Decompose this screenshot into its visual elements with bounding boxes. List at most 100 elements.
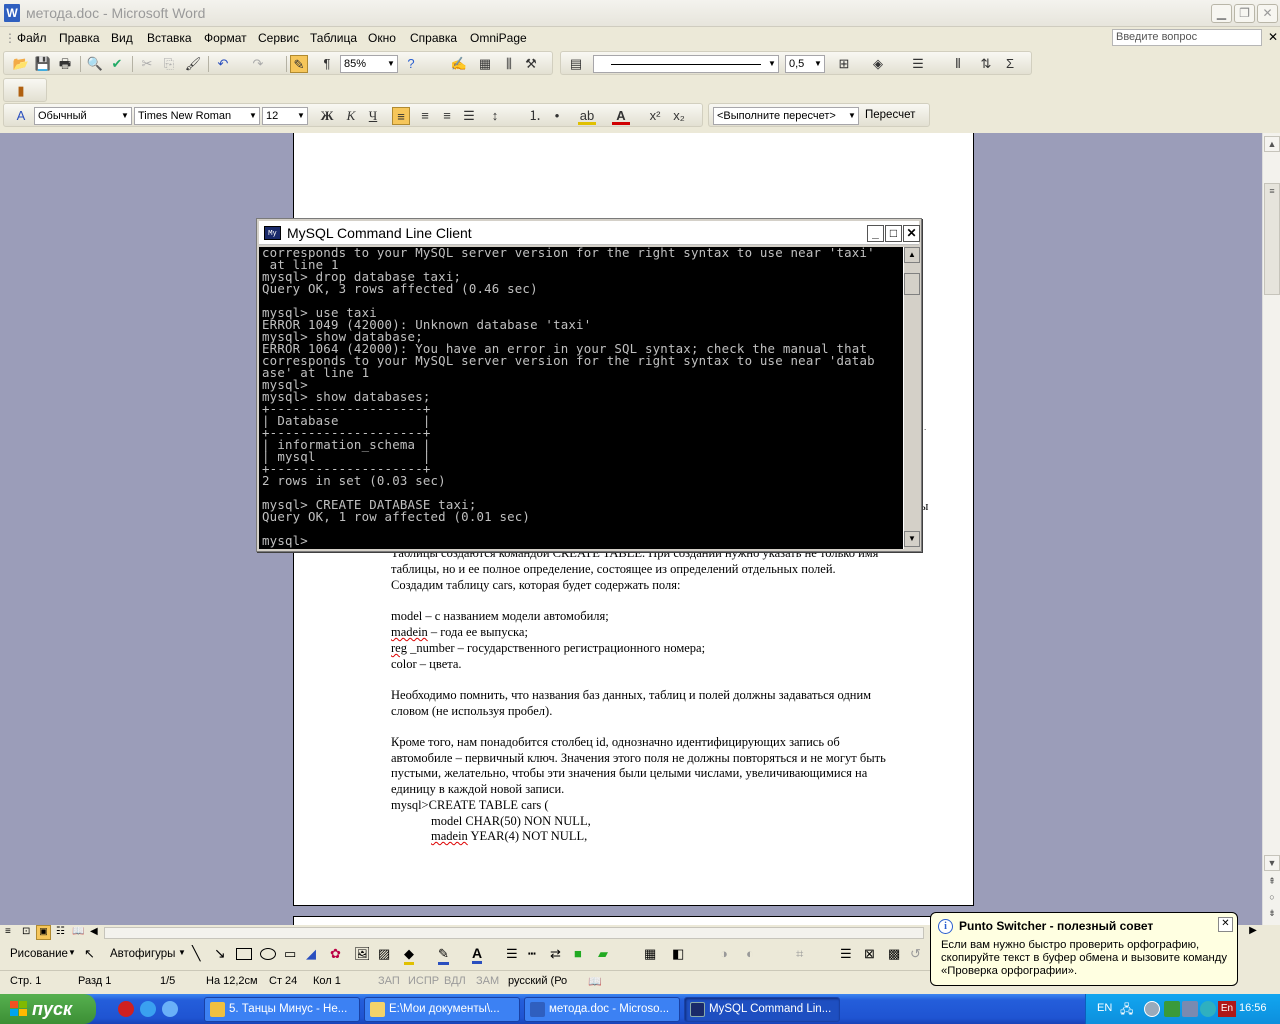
distribute-icon[interactable]: ⫴ bbox=[949, 55, 967, 73]
tools-icon[interactable]: ⚒ bbox=[522, 55, 540, 73]
document-map-icon[interactable]: ▮ bbox=[12, 82, 30, 100]
table-insert-icon[interactable]: ▦ bbox=[476, 55, 494, 73]
menu-help[interactable]: Справка bbox=[410, 31, 457, 45]
line-style-combo[interactable]: ▼ bbox=[593, 55, 779, 73]
textbox-icon[interactable]: ▭ bbox=[284, 946, 296, 962]
next-page-icon[interactable]: ⇟ bbox=[1264, 906, 1280, 922]
dash-style-icon[interactable]: ┅ bbox=[528, 946, 536, 962]
shadow-icon[interactable]: ■ bbox=[574, 946, 582, 961]
prev-page-icon[interactable]: ⇞ bbox=[1264, 874, 1280, 890]
scroll-right-icon[interactable]: ▶ bbox=[1245, 925, 1261, 941]
menu-omnipage[interactable]: OmniPage bbox=[470, 31, 527, 45]
bold-button[interactable]: Ж bbox=[318, 107, 336, 125]
contrast-icon[interactable]: ◑ bbox=[720, 946, 728, 961]
line-style-icon[interactable]: ☰ bbox=[506, 946, 518, 962]
redo-icon[interactable]: ↷ bbox=[249, 55, 267, 73]
close-button[interactable]: ✕ bbox=[1257, 4, 1278, 23]
mysql-maximize-button[interactable]: □ bbox=[885, 225, 902, 242]
autoshapes-arrow-icon[interactable]: ▼ bbox=[178, 948, 186, 957]
3d-icon[interactable]: ▰ bbox=[598, 946, 608, 962]
autoshapes-menu[interactable]: Автофигуры bbox=[110, 948, 175, 960]
mysql-titlebar[interactable]: My MySQL Command Line Client _ □ ✕ bbox=[259, 221, 920, 245]
scroll-thumb[interactable]: ≡ bbox=[1264, 183, 1280, 295]
status-overtype[interactable]: ЗАМ bbox=[476, 975, 499, 987]
open-icon[interactable]: 📂 bbox=[12, 55, 30, 73]
punto-switcher-icon[interactable]: En bbox=[1218, 1001, 1236, 1017]
undo-icon[interactable]: ↶ bbox=[214, 55, 232, 73]
drawing-menu-arrow-icon[interactable]: ▼ bbox=[68, 948, 76, 957]
compress-icon[interactable]: ⊠ bbox=[864, 946, 875, 962]
font-color-icon[interactable]: A bbox=[612, 107, 630, 125]
autosum-icon[interactable]: Σ bbox=[1001, 55, 1019, 73]
status-track-changes[interactable]: ИСПР bbox=[408, 975, 439, 987]
styles-icon[interactable]: A bbox=[12, 107, 30, 125]
subscript-icon[interactable]: x₂ bbox=[670, 107, 688, 125]
line-color-icon[interactable]: ✎ bbox=[438, 946, 449, 965]
format-painter-icon[interactable]: 🖌 bbox=[184, 55, 202, 73]
taskbar-item-mysql[interactable]: MySQL Command Lin... bbox=[684, 997, 840, 1022]
normal-view-icon[interactable]: ≡ bbox=[5, 926, 11, 937]
mysql-console-window[interactable]: My MySQL Command Line Client _ □ ✕ corre… bbox=[256, 218, 922, 552]
print-icon[interactable]: 🖶 bbox=[56, 55, 74, 73]
spelling-icon[interactable]: ✔ bbox=[108, 55, 126, 73]
crop-icon[interactable]: ⌗ bbox=[796, 946, 803, 962]
line-weight-icon[interactable]: ☰ bbox=[840, 946, 852, 962]
picture-toolbar-icon[interactable]: ▦ bbox=[644, 946, 656, 962]
web-view-icon[interactable]: ⊡ bbox=[22, 926, 30, 937]
scroll-left-icon[interactable]: ◀ bbox=[90, 926, 98, 937]
line-weight-combo[interactable]: 0,5 ▼ bbox=[785, 55, 825, 73]
tray-skype-icon[interactable] bbox=[1200, 1001, 1216, 1017]
quick-launch-icon[interactable] bbox=[162, 1001, 178, 1017]
menu-table[interactable]: Таблица bbox=[310, 31, 357, 45]
console-scrollbar[interactable]: ▲ ▼ bbox=[903, 247, 920, 549]
status-extend[interactable]: ВДЛ bbox=[444, 975, 466, 987]
bullets-icon[interactable]: • bbox=[548, 107, 566, 125]
menu-view[interactable]: Вид bbox=[111, 31, 133, 45]
punto-tip-balloon[interactable]: i Punto Switcher - полезный совет ✕ Если… bbox=[930, 912, 1238, 986]
copy-icon[interactable]: ⎘ bbox=[160, 55, 178, 73]
menu-file[interactable]: Файл bbox=[17, 31, 47, 45]
tables-borders-icon[interactable]: ▤ bbox=[567, 55, 585, 73]
vertical-scrollbar[interactable]: ▲ ≡ ▼ ⇞ ○ ⇟ bbox=[1262, 133, 1280, 925]
horizontal-scroll-track[interactable] bbox=[104, 927, 924, 939]
tray-app-icon[interactable] bbox=[1164, 1001, 1180, 1017]
maximize-button[interactable]: ❐ bbox=[1234, 4, 1255, 23]
console-output[interactable]: corresponds to your MySQL server version… bbox=[259, 247, 903, 549]
font-size-combo[interactable]: 12 ▼ bbox=[262, 107, 308, 125]
cut-icon[interactable]: ✂ bbox=[138, 55, 156, 73]
browse-object-icon[interactable]: ○ bbox=[1264, 890, 1280, 906]
highlight-icon[interactable]: ab bbox=[578, 107, 596, 125]
print-preview-icon[interactable]: 🔍 bbox=[86, 55, 104, 73]
help-icon[interactable]: ? bbox=[402, 55, 420, 73]
outline-view-icon[interactable]: ☷ bbox=[56, 926, 65, 937]
tray-expand-icon[interactable] bbox=[1144, 1001, 1160, 1017]
arrow-icon[interactable]: ↘ bbox=[214, 945, 226, 962]
ask-question-input[interactable]: Введите вопрос bbox=[1112, 29, 1262, 46]
internet-explorer-icon[interactable] bbox=[140, 1001, 156, 1017]
image-control-icon[interactable]: ◧ bbox=[672, 946, 684, 962]
clipart-icon[interactable]: 🖼 bbox=[354, 946, 371, 962]
border-icon[interactable]: ⊞ bbox=[835, 55, 853, 73]
taskbar-item-explorer[interactable]: E:\Мои документы\... bbox=[364, 997, 520, 1022]
menu-edit[interactable]: Правка bbox=[59, 31, 100, 45]
menu-insert[interactable]: Вставка bbox=[147, 31, 192, 45]
horizontal-scrollbar[interactable]: ≡ ⊡ ▣ ☷ 📖 ◀ bbox=[0, 925, 930, 941]
underline-button[interactable]: Ч bbox=[364, 107, 382, 125]
recalc-combo[interactable]: <Выполните пересчет> ▼ bbox=[713, 107, 859, 125]
line-icon[interactable]: ╲ bbox=[192, 945, 200, 962]
close-document-icon[interactable]: ✕ bbox=[1268, 30, 1278, 44]
font-combo[interactable]: Times New Roman ▼ bbox=[134, 107, 260, 125]
select-objects-icon[interactable]: ↖ bbox=[84, 946, 95, 962]
style-combo[interactable]: Обычный ▼ bbox=[34, 107, 132, 125]
minimize-button[interactable]: ▁ bbox=[1211, 4, 1232, 23]
mysql-close-button[interactable]: ✕ bbox=[903, 225, 920, 242]
mysql-console-icon[interactable]: My bbox=[264, 226, 281, 240]
word-app-icon[interactable]: W bbox=[4, 4, 20, 22]
keyboard-language[interactable]: EN bbox=[1097, 1002, 1112, 1014]
reading-view-icon[interactable]: 📖 bbox=[72, 926, 84, 937]
justify-icon[interactable]: ☰ bbox=[460, 107, 478, 125]
status-record[interactable]: ЗАП bbox=[378, 975, 400, 987]
scroll-up-icon[interactable]: ▲ bbox=[1264, 136, 1280, 152]
sort-icon[interactable]: ⇅ bbox=[977, 55, 995, 73]
drawing-toggle-icon[interactable]: ✎ bbox=[290, 55, 308, 73]
